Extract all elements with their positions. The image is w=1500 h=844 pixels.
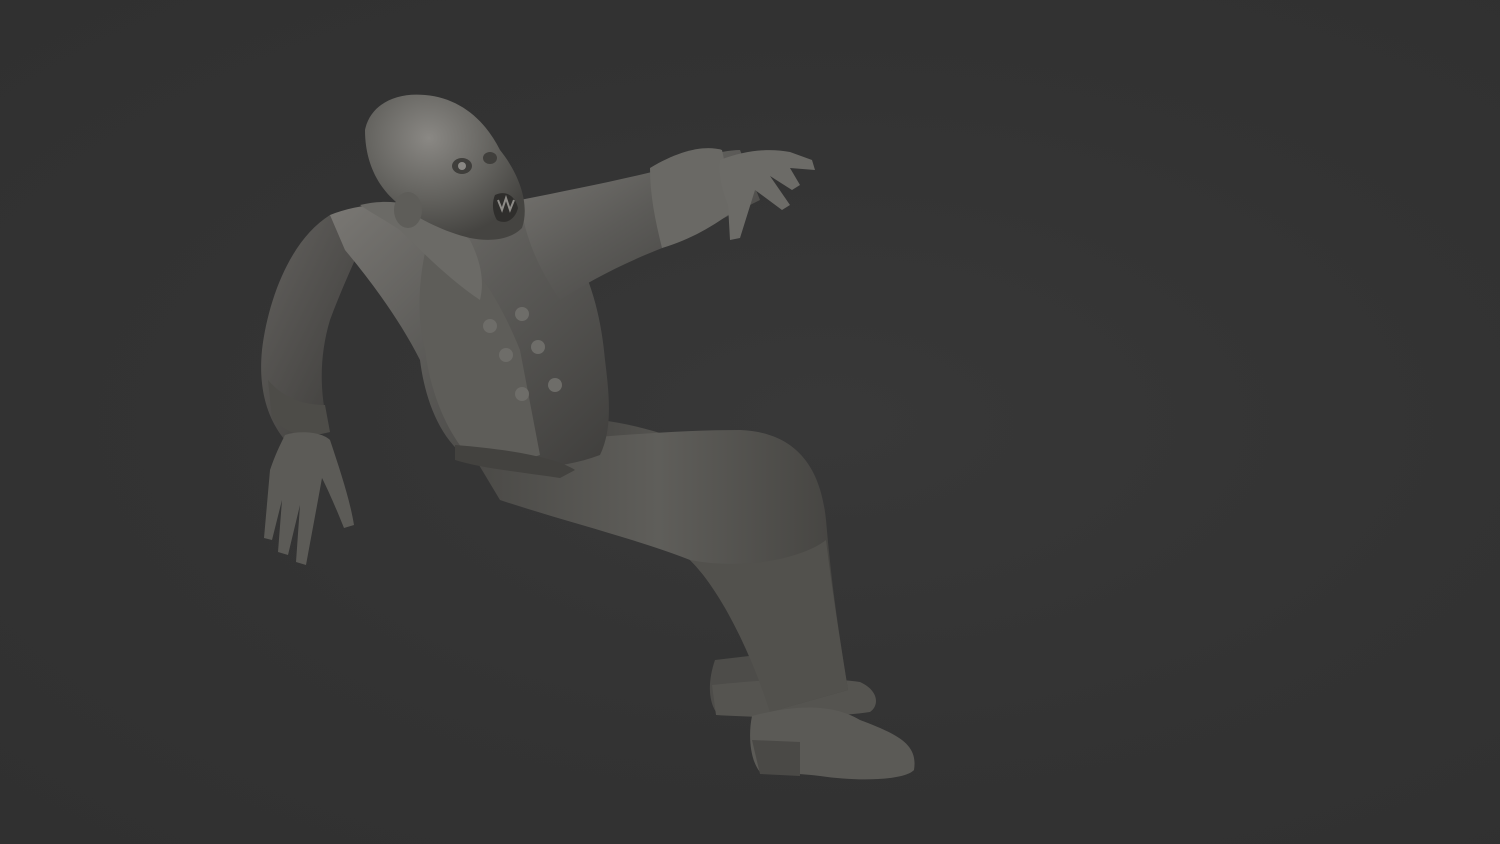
zombie-sculpt-render — [261, 94, 915, 780]
render-viewport — [0, 0, 1500, 844]
front-shoe-heel — [752, 740, 800, 776]
right-hand — [719, 150, 815, 240]
left-hand — [264, 432, 354, 565]
